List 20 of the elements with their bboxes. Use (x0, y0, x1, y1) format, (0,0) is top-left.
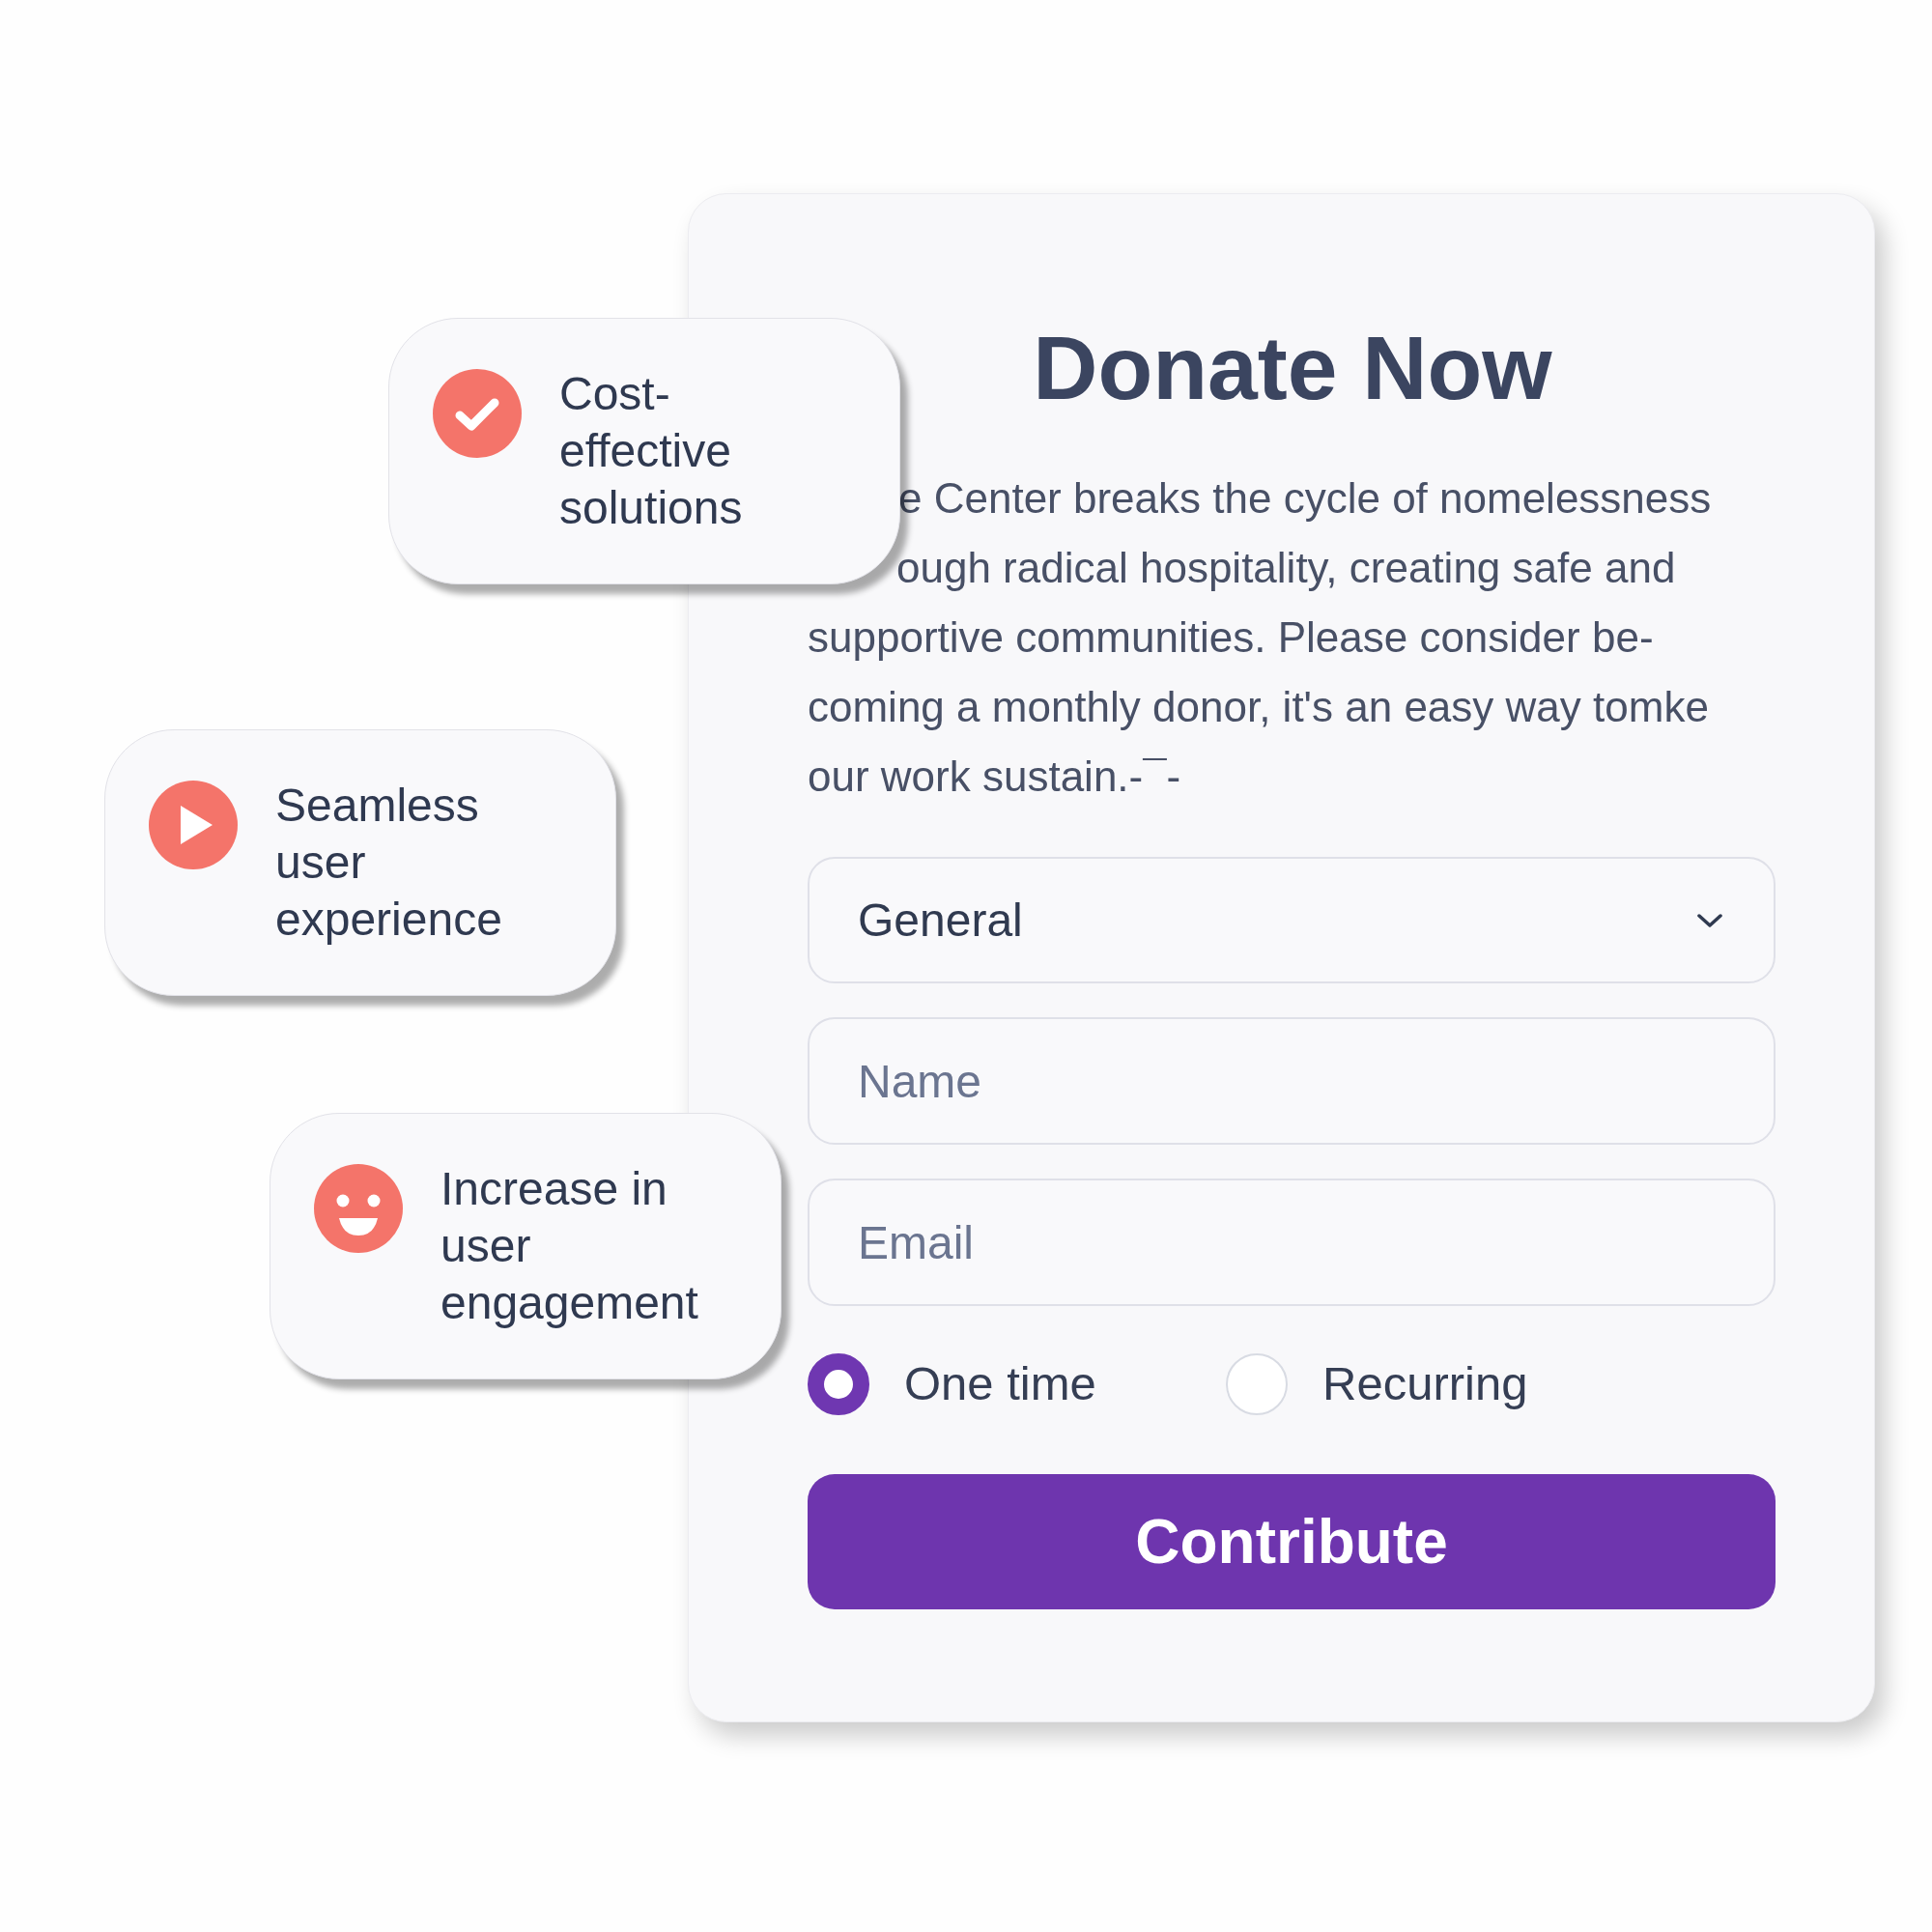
form-title: Donate Now (1033, 320, 1552, 416)
description-text: our work sustain.-¯- (808, 753, 1181, 801)
description-text: ough radical hospitality, creating safe and (896, 544, 1676, 592)
chevron-down-icon (1696, 912, 1723, 928)
option-label[interactable]: Recurring (1322, 1349, 1528, 1420)
description-text: e Center breaks the cycle of nomelessness (898, 474, 1712, 523)
text-input-field[interactable]: Name (808, 1017, 1776, 1145)
category-select[interactable]: General (808, 857, 1776, 983)
radio-button[interactable] (808, 1353, 869, 1415)
contribute-button[interactable]: Contribute (808, 1474, 1776, 1609)
description-text: supportive communities. Please consider be- (808, 613, 1654, 662)
badge-label: Increase in user engagement (440, 1162, 699, 1330)
play-icon (149, 781, 238, 869)
badge-label: Cost-effective solutions (559, 367, 744, 535)
smiley-icon (314, 1164, 403, 1253)
badge-label: Seamless user experience (275, 779, 503, 947)
check-icon (433, 369, 522, 458)
text-input-field[interactable]: Email (808, 1179, 1776, 1306)
option-label[interactable]: One time (904, 1349, 1096, 1420)
description-text: coming a monthly donor, it's an easy way tomke (808, 683, 1709, 731)
